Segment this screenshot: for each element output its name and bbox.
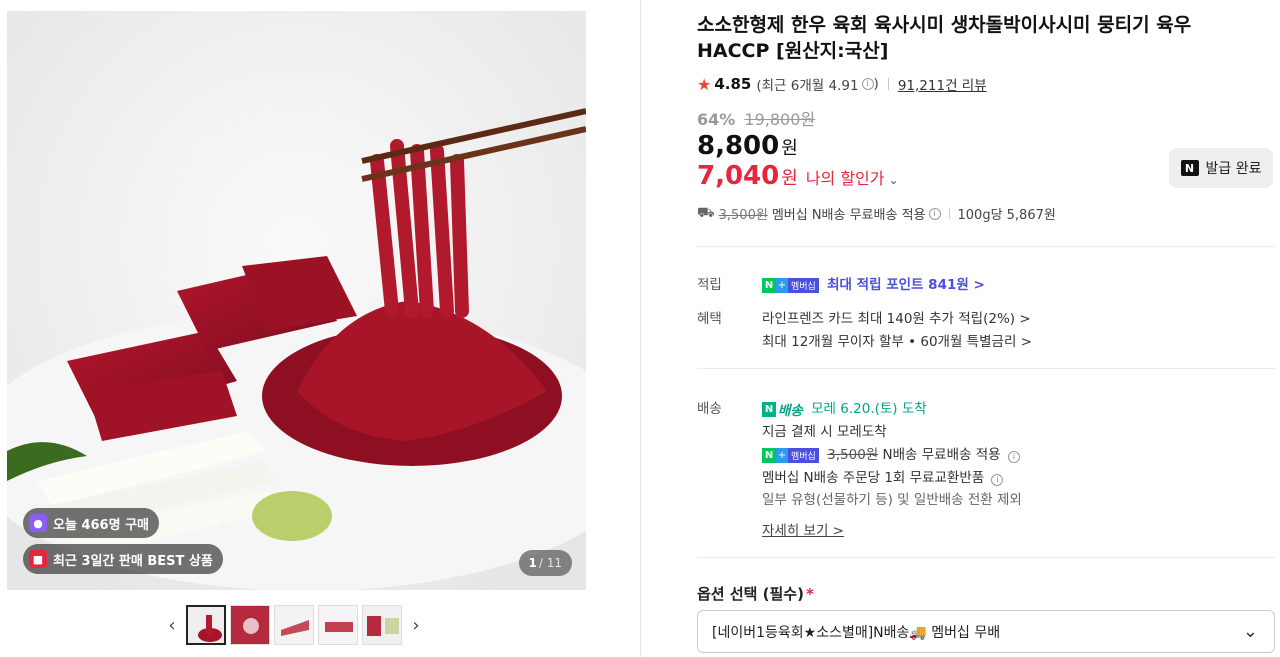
sale-price-value: 8,800 <box>697 131 780 161</box>
installment-link[interactable]: 최대 12개월 무이자 할부 • 60개월 특별금리 > <box>762 330 1032 350</box>
benefit-key: 혜택 <box>697 311 722 327</box>
unit-price: 100g당 5,867원 <box>957 208 1056 223</box>
section-divider <box>697 557 1275 558</box>
membership-free-text: N배송 무료배송 적용 <box>882 447 1001 463</box>
sale-price: 8,800 원 <box>697 131 798 161</box>
option-select[interactable]: [네이버1등육회★소스별매]N배송🚚 멤버십 무배 ⌄ <box>697 610 1275 653</box>
truck-icon: ⛟ <box>697 204 715 221</box>
naver-plus-membership-badge: N + 멤버십 <box>762 277 819 293</box>
naver-plus-membership-badge: N + 멤버십 <box>762 447 819 463</box>
naver-n-icon: N <box>1180 160 1199 176</box>
option-selected-value: [네이버1등육회★소스별매]N배송🚚 멤버십 무배 <box>712 624 1001 641</box>
option-label: 옵션 선택 (필수) * <box>697 583 814 604</box>
section-divider <box>697 246 1275 247</box>
product-photo <box>7 11 586 590</box>
thumbnail-image <box>231 606 269 644</box>
n-delivery-badge-label: 배송 <box>778 403 803 419</box>
thumbnail-image <box>275 606 313 644</box>
coupon-issued-label: 발급 완료 <box>1205 161 1262 177</box>
recent-rating: (최근 6개월 4.91 <box>756 78 859 94</box>
sale-price-unit: 원 <box>781 138 798 159</box>
rating-row: ★ 4.85 (최근 6개월 4.91 i ) 91,211건 리뷰 <box>697 74 987 95</box>
n-delivery-badge: N 배송 <box>762 401 803 419</box>
purchase-count-label: 오늘 466명 구매 <box>53 517 149 533</box>
section-divider <box>697 368 1275 369</box>
my-price-label: 나의 할인가 <box>805 169 885 188</box>
main-product-image[interactable]: ● 오늘 466명 구매 ■ 최근 3일간 판매 BEST 상품 1 / 11 <box>7 11 586 590</box>
recent-rating-close: ) <box>873 76 879 92</box>
rating-separator <box>887 78 889 90</box>
rating-score: 4.85 <box>714 75 752 93</box>
column-divider <box>640 0 641 657</box>
star-icon: ★ <box>697 74 712 94</box>
info-icon[interactable]: i <box>928 207 941 220</box>
original-price: 19,800원 <box>744 110 816 129</box>
image-counter-total: / 11 <box>538 556 562 570</box>
required-mark: * <box>805 585 814 603</box>
membership-badge-label: 멤버십 <box>788 447 819 463</box>
gift-icon: ■ <box>29 550 47 568</box>
next-thumbnail-button[interactable]: › <box>404 605 428 645</box>
image-counter: 1 / 11 <box>518 550 572 576</box>
thumbnail-1[interactable] <box>186 605 226 645</box>
delivery-details-link[interactable]: 자세히 보기 > <box>762 519 844 539</box>
membership-shipping: N + 멤버십 3,500원 N배송 무료배송 적용 i <box>762 443 1020 463</box>
points-key: 적립 <box>697 277 722 293</box>
thumbnail-2[interactable] <box>230 605 270 645</box>
arrival-date: 모레 6.20.(토) 도착 <box>811 401 927 417</box>
coupon-issued-button[interactable]: N 발급 완료 <box>1169 148 1273 188</box>
best-seller-label: 최근 3일간 판매 BEST 상품 <box>53 553 213 569</box>
product-title: 소소한형제 한우 육회 육사시미 생차돌박이사시미 뭉티기 육우 HACCP [… <box>697 14 1192 62</box>
thumbnail-image <box>363 606 401 644</box>
card-benefit-link[interactable]: 라인프렌즈 카드 최대 140원 추가 적립(2%) > <box>762 307 1031 327</box>
membership-badge-label: 멤버십 <box>788 277 819 293</box>
pay-note: 지금 결제 시 모레도착 <box>762 424 887 440</box>
shipping-fee-original: 3,500원 <box>718 208 768 223</box>
thumbnail-5[interactable] <box>362 605 402 645</box>
info-icon[interactable]: i <box>1007 451 1020 463</box>
image-counter-current: 1 <box>528 556 537 570</box>
my-price-unit: 원 <box>781 168 798 189</box>
points-link[interactable]: N + 멤버십 최대 적립 포인트 841원 > <box>762 273 985 293</box>
max-points: 최대 적립 포인트 841원 > <box>827 277 985 293</box>
thumbnail-image <box>188 607 224 643</box>
thumbnail-4[interactable] <box>318 605 358 645</box>
chevron-down-icon: ⌄ <box>1242 621 1258 642</box>
shipping-separator <box>948 208 950 219</box>
exclusion-note: 일부 유형(선물하기 등) 및 일반배송 전환 제외 <box>762 492 1022 508</box>
membership-fee-original: 3,500원 <box>827 447 879 463</box>
option-label-text: 옵션 선택 (필수) <box>697 585 804 603</box>
shipping-free-text: 멤버십 N배송 무료배송 적용 <box>771 208 926 223</box>
return-note: 멤버십 N배송 주문당 1회 무료교환반품 <box>762 470 985 486</box>
return-note-wrap: 멤버십 N배송 주문당 1회 무료교환반품 i <box>762 466 1004 486</box>
best-seller-badge: ■ 최근 3일간 판매 BEST 상품 <box>23 544 223 574</box>
my-price-value: 7,040 <box>697 161 780 191</box>
delivery-arrival: N 배송 모레 6.20.(토) 도착 <box>762 397 927 419</box>
my-discount-price[interactable]: 7,040 원 나의 할인가 ⌄ <box>697 161 899 191</box>
thumbnail-image <box>319 606 357 644</box>
shopping-bag-icon: ● <box>29 514 47 532</box>
thumbnail-3[interactable] <box>274 605 314 645</box>
prev-thumbnail-button[interactable]: ‹ <box>160 605 184 645</box>
chevron-down-icon: ⌄ <box>888 173 899 187</box>
purchase-count-badge: ● 오늘 466명 구매 <box>23 508 159 538</box>
thumbnail-strip: ‹ › <box>160 605 428 645</box>
delivery-key: 배송 <box>697 401 722 417</box>
info-icon[interactable]: i <box>861 78 874 90</box>
shipping-summary: ⛟ 3,500원 멤버십 N배송 무료배송 적용 i 100g당 5,867원 <box>697 204 1056 224</box>
discount-percent: 64% <box>697 110 736 129</box>
discount-row: 64% 19,800원 <box>697 106 815 130</box>
review-count-link[interactable]: 91,211건 리뷰 <box>898 74 987 94</box>
info-icon[interactable]: i <box>991 474 1004 486</box>
